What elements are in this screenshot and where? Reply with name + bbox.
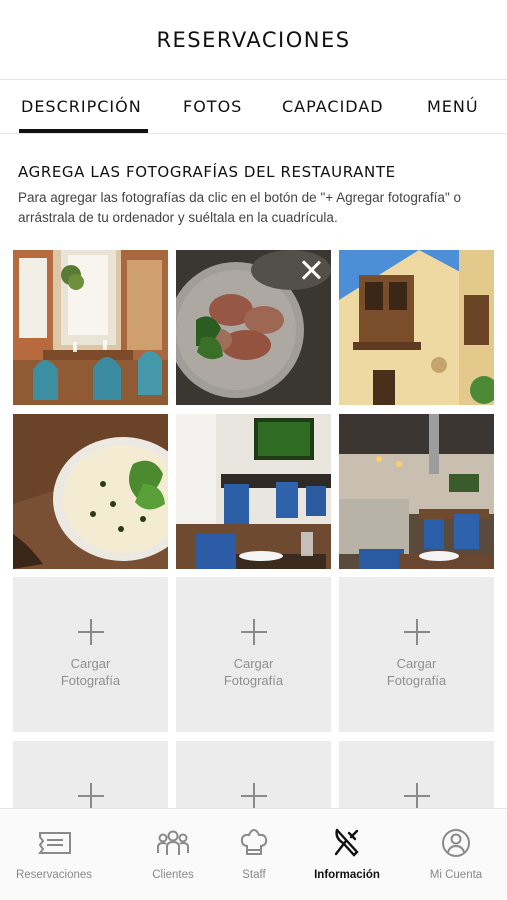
- ceviche-dish-photo: [13, 414, 168, 569]
- upload-photo-tile[interactable]: Cargar Fotografía: [339, 577, 494, 732]
- nav-clientes[interactable]: Clientes: [134, 809, 212, 900]
- chef-hat-icon: [234, 827, 274, 859]
- nav-label: Staff: [242, 869, 266, 881]
- section-description: Para agregar las fotografías da clic en …: [18, 190, 461, 225]
- account-icon: [436, 827, 476, 859]
- nav-informacion[interactable]: Información: [304, 809, 390, 900]
- upload-label: Cargar Fotografía: [386, 656, 447, 688]
- fork-knife-icon: [327, 827, 367, 859]
- upload-label: Cargar Fotografía: [60, 656, 121, 688]
- upload-label: Cargar Fotografía: [223, 656, 284, 688]
- bar-interior-photo: [339, 414, 494, 569]
- section-title: AGREGA LAS FOTOGRAFÍAS DEL RESTAURANTE: [18, 163, 396, 181]
- plus-icon: [77, 619, 104, 645]
- nav-staff[interactable]: Staff: [222, 809, 286, 900]
- nav-reservaciones[interactable]: Reservaciones: [10, 809, 98, 900]
- tab-fotos[interactable]: FOTOS: [183, 80, 242, 133]
- bottom-navigation: Reservaciones Clientes Staff Información…: [0, 808, 507, 900]
- upload-photo-tile[interactable]: Cargar Fotografía: [176, 577, 331, 732]
- tab-capacidad[interactable]: CAPACIDAD: [282, 80, 384, 133]
- nav-label: Clientes: [152, 869, 194, 881]
- photo-tile-ceviche[interactable]: [13, 414, 168, 569]
- nav-label: Información: [314, 869, 380, 881]
- active-tab-indicator: [19, 129, 148, 133]
- tab-menu[interactable]: MENÚ: [427, 80, 479, 133]
- ticket-icon: [34, 827, 74, 859]
- dining-room-photo: [176, 414, 331, 569]
- people-icon: [153, 827, 193, 859]
- plus-icon: [403, 619, 430, 645]
- nav-mi-cuenta[interactable]: Mi Cuenta: [416, 809, 496, 900]
- photo-tile-building[interactable]: [339, 250, 494, 405]
- plus-icon: [77, 783, 104, 809]
- plus-icon: [240, 783, 267, 809]
- plus-icon: [240, 619, 267, 645]
- photo-tile-bar[interactable]: [339, 414, 494, 569]
- photo-tile-restaurant-interior[interactable]: [13, 250, 168, 405]
- page-title: RESERVACIONES: [156, 27, 351, 52]
- tab-bar: DESCRIPCIÓN FOTOS CAPACIDAD MENÚ: [0, 80, 507, 134]
- nav-label: Mi Cuenta: [429, 869, 483, 881]
- remove-photo-button[interactable]: [300, 259, 322, 281]
- app-header: RESERVACIONES: [0, 0, 507, 80]
- photo-tile-carpaccio[interactable]: [176, 250, 331, 405]
- plus-icon: [403, 783, 430, 809]
- colonial-building-photo: [339, 250, 494, 405]
- nav-label: Reservaciones: [15, 869, 93, 881]
- upload-photo-tile[interactable]: Cargar Fotografía: [13, 577, 168, 732]
- tab-descripcion[interactable]: DESCRIPCIÓN: [21, 80, 142, 133]
- restaurant-interior-photo: [13, 250, 168, 405]
- photo-tile-dining-room[interactable]: [176, 414, 331, 569]
